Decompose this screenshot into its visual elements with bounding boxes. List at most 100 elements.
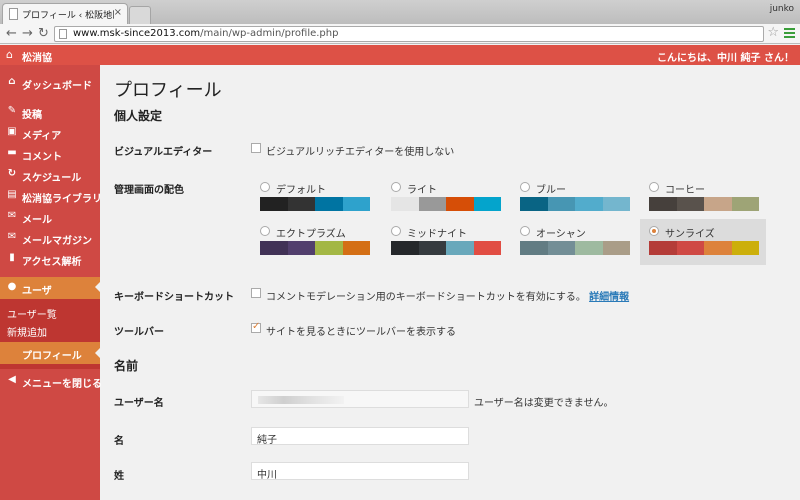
color-scheme-blue[interactable]: ブルー: [516, 177, 636, 221]
color-swatch: [391, 197, 419, 211]
scheme-radio[interactable]: [260, 226, 270, 236]
browser-profile-name[interactable]: junko: [770, 4, 794, 14]
first-name-label: 名: [114, 436, 124, 447]
color-swatch: [731, 241, 759, 255]
color-swatch: [575, 197, 603, 211]
envelope-icon: ✉: [7, 231, 17, 242]
mail-icon: ✉: [7, 210, 17, 221]
document-icon: [9, 8, 18, 20]
dashboard-icon: ⌂: [8, 76, 16, 87]
keyboard-shortcuts-checkbox[interactable]: [251, 288, 261, 298]
scheme-radio[interactable]: [260, 182, 270, 192]
color-scheme-ocean[interactable]: オーシャン: [516, 221, 636, 265]
submenu-item-add-new[interactable]: 新規追加: [7, 324, 47, 339]
color-scheme-midnight[interactable]: ミッドナイト: [387, 221, 507, 265]
browser-menu-icon[interactable]: [784, 28, 795, 39]
scheme-swatches: [520, 197, 630, 211]
bookmark-star-icon[interactable]: ☆: [767, 25, 779, 40]
browser-tab-bar: プロフィール ‹ 松阪地区広報 × junko: [0, 0, 800, 24]
site-name-link[interactable]: 松消協: [22, 49, 52, 64]
media-icon: ▣: [7, 126, 17, 137]
submenu-item-users-list[interactable]: ユーザー覧: [7, 306, 57, 321]
collapse-arrow-icon: ◀: [8, 374, 16, 385]
forward-arrow-icon[interactable]: →: [22, 26, 33, 42]
user-icon: ●: [7, 281, 17, 292]
url-text: www.msk-since2013.com/main/wp-admin/prof…: [73, 28, 339, 39]
schedule-icon: ↻: [7, 168, 17, 179]
sidebar-item-schedule[interactable]: ↻ スケジュール: [0, 165, 100, 185]
toolbar-checkbox[interactable]: [251, 321, 261, 333]
sidebar-item-media[interactable]: ▣ メディア: [0, 123, 100, 143]
new-tab-button[interactable]: [129, 6, 151, 24]
user-greeting[interactable]: こんにちは、中川 純子 さん！: [657, 49, 794, 64]
color-swatch: [287, 197, 315, 211]
sidebar-item-users[interactable]: ● ユーザ: [0, 277, 100, 299]
scheme-radio-selected[interactable]: [649, 226, 659, 236]
color-swatch: [704, 197, 732, 211]
scheme-radio[interactable]: [520, 182, 530, 192]
color-swatch: [575, 241, 603, 255]
library-icon: ▤: [7, 189, 17, 200]
visual-editor-checkbox[interactable]: [251, 143, 261, 153]
address-bar[interactable]: www.msk-since2013.com/main/wp-admin/prof…: [54, 26, 764, 42]
section-heading-name: 名前: [114, 359, 139, 373]
keyboard-shortcuts-text: コメントモデレーション用のキーボードショートカットを有効にする。 詳細情報: [266, 292, 630, 303]
blurred-username: [258, 396, 344, 404]
color-swatch: [260, 197, 288, 211]
first-name-field[interactable]: 純子: [251, 427, 469, 446]
sidebar-item-analytics[interactable]: ▮ アクセス解析: [0, 249, 100, 269]
sidebar-item-mail-magazine[interactable]: ✉ メールマガジン: [0, 228, 100, 248]
color-swatch: [704, 241, 732, 255]
color-swatch: [342, 197, 370, 211]
color-scheme-default[interactable]: デフォルト: [256, 177, 376, 221]
sidebar-item-dashboard[interactable]: ⌂ ダッシュボード: [0, 73, 100, 93]
collapse-menu-button[interactable]: ◀ メニューを閉じる: [0, 371, 102, 391]
chart-icon: ▮: [9, 252, 15, 263]
color-swatch: [731, 197, 759, 211]
comment-icon: ▬: [7, 147, 17, 158]
page-icon: [59, 29, 67, 39]
section-heading-personal: 個人設定: [114, 109, 163, 123]
color-swatch: [418, 197, 446, 211]
color-swatch: [547, 241, 575, 255]
color-scheme-coffee[interactable]: コーヒー: [645, 177, 765, 221]
sidebar-item-library[interactable]: ▤ 松消協ライブラリ: [0, 186, 102, 206]
more-info-link[interactable]: 詳細情報: [589, 292, 629, 303]
toolbar-label: ツールバー: [114, 327, 164, 338]
last-name-field[interactable]: 中川: [251, 462, 469, 481]
color-swatch: [473, 241, 501, 255]
back-arrow-icon[interactable]: ←: [6, 26, 17, 42]
tab-title: プロフィール ‹ 松阪地区広報: [22, 11, 114, 21]
visual-editor-label: ビジュアルエディター: [114, 147, 213, 158]
color-scheme-ectoplasm[interactable]: エクトプラズム: [256, 221, 376, 265]
visual-editor-text: ビジュアルリッチエディターを使用しない: [266, 147, 455, 158]
color-scheme-sunrise[interactable]: サンライズ: [640, 219, 766, 265]
color-scheme-label: 管理画面の配色: [114, 185, 184, 196]
admin-sidebar: ⌂ ダッシュボード ✎ 投稿 ▣ メディア ▬ コメント ↻ スケジュール ▤ 松消協ライブ…: [0, 65, 102, 500]
color-swatch: [520, 241, 548, 255]
scheme-radio[interactable]: [391, 226, 401, 236]
reload-icon[interactable]: ↻: [38, 26, 49, 42]
color-swatch: [676, 241, 704, 255]
color-swatch: [649, 241, 677, 255]
color-swatch: [260, 241, 288, 255]
color-swatch: [446, 241, 474, 255]
color-swatch: [602, 241, 630, 255]
sidebar-item-posts[interactable]: ✎ 投稿: [0, 102, 100, 122]
color-swatch: [649, 197, 677, 211]
scheme-radio[interactable]: [520, 226, 530, 236]
browser-toolbar: ← → ↻ www.msk-since2013.com/main/wp-admi…: [0, 24, 800, 44]
close-tab-icon[interactable]: ×: [114, 7, 122, 18]
browser-tab-active[interactable]: プロフィール ‹ 松阪地区広報 ×: [2, 3, 128, 24]
submenu-item-profile[interactable]: プロフィール: [0, 342, 100, 364]
sidebar-item-mail[interactable]: ✉ メール: [0, 207, 100, 227]
sidebar-item-comments[interactable]: ▬ コメント: [0, 144, 100, 164]
scheme-radio[interactable]: [391, 182, 401, 192]
keyboard-shortcuts-label: キーボードショートカット: [114, 292, 234, 303]
color-swatch: [342, 241, 370, 255]
last-name-label: 姓: [114, 471, 124, 482]
scheme-radio[interactable]: [649, 182, 659, 192]
color-swatch: [418, 241, 446, 255]
color-scheme-light[interactable]: ライト: [387, 177, 507, 221]
home-icon[interactable]: ⌂: [6, 48, 13, 61]
